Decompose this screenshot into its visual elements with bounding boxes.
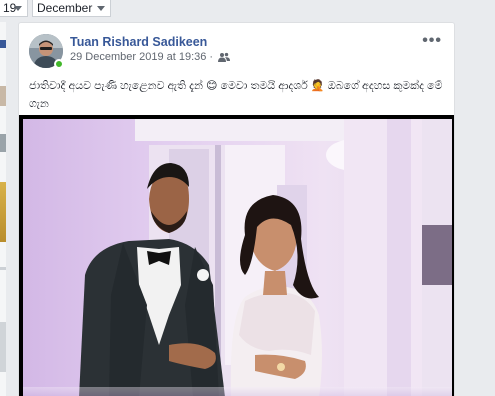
thumbnail-edge[interactable]: [0, 134, 6, 152]
online-status-dot: [54, 59, 64, 69]
friends-icon[interactable]: [218, 52, 231, 62]
feed-post: Tuan Rishard Sadikeen 29 December 2019 a…: [18, 22, 455, 396]
thumbnail-edge[interactable]: [0, 322, 6, 372]
month-select[interactable]: December: [32, 0, 111, 17]
post-timestamp[interactable]: 29 December 2019 at 19:36: [70, 51, 206, 63]
author-name[interactable]: Tuan Rishard Sadikeen: [70, 35, 207, 49]
wedding-photo[interactable]: [19, 115, 454, 396]
month-select-value: December: [37, 1, 93, 15]
year-select[interactable]: 19: [0, 0, 28, 17]
post-meta: 29 December 2019 at 19:36 ·: [70, 51, 231, 63]
more-options-button[interactable]: •••: [422, 32, 442, 50]
post-text: ජාතිවාදී අයව පැණි හැළෙනව ඇති දැන් 😊 මෙවා…: [29, 80, 443, 110]
chevron-down-icon: [97, 6, 105, 11]
chevron-down-icon: [14, 6, 22, 11]
right-gutter: [455, 0, 495, 396]
thumbnail-edge[interactable]: [0, 40, 6, 48]
date-filter-bar: 19 December: [0, 0, 495, 22]
thumbnail-edge[interactable]: [0, 86, 6, 106]
thumbnail-edge[interactable]: [0, 182, 6, 242]
meta-separator: ·: [209, 51, 214, 63]
left-column-edge: [0, 22, 6, 396]
divider: [0, 267, 6, 270]
